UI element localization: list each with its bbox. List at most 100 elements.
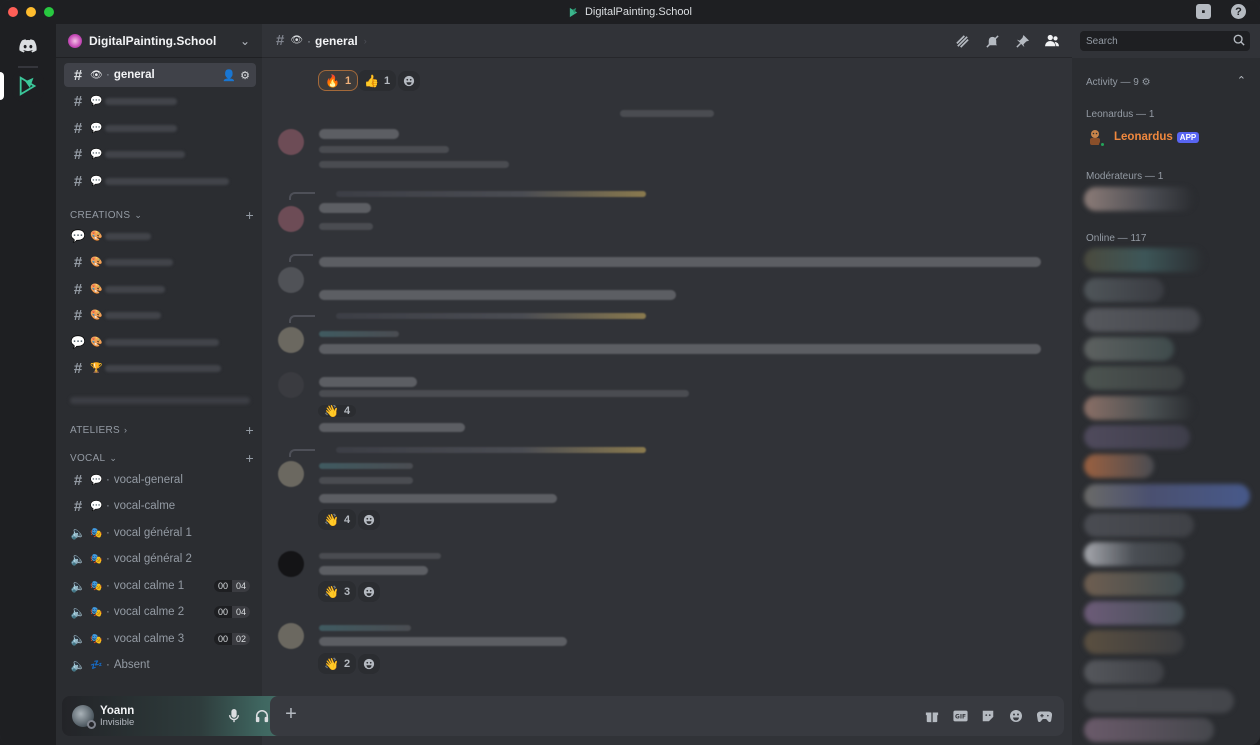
channel-blurred[interactable]: # 🎨 bbox=[64, 277, 256, 301]
server-header[interactable]: DigitalPainting.School ⌄ bbox=[56, 24, 262, 58]
discord-home-icon[interactable] bbox=[12, 30, 44, 62]
gif-icon[interactable]: GIF bbox=[952, 708, 968, 724]
avatar[interactable] bbox=[278, 129, 304, 155]
username-blurred[interactable] bbox=[319, 463, 413, 469]
category-creations[interactable]: CREATIONS ⌄ + bbox=[70, 207, 254, 223]
channel-blurred[interactable]: # 💬 bbox=[64, 89, 256, 113]
member-leonardus[interactable]: Leonardus APP bbox=[1086, 128, 1200, 148]
inbox-icon[interactable]: ▪ bbox=[1196, 4, 1211, 19]
sticker-icon[interactable] bbox=[980, 708, 996, 724]
emoji-icon[interactable] bbox=[1008, 708, 1024, 724]
channel-blurred[interactable]: # 🎨 bbox=[64, 303, 256, 327]
channel-vocal-general[interactable]: # 💬 · vocal-general bbox=[64, 468, 256, 492]
reaction-thumbs-up[interactable]: 👍 1 bbox=[358, 70, 397, 91]
voice-count-current: 00 bbox=[217, 581, 228, 591]
add-reaction-icon[interactable] bbox=[398, 71, 420, 91]
gift-icon[interactable] bbox=[924, 708, 940, 724]
member-blurred[interactable] bbox=[1084, 660, 1164, 684]
member-blurred[interactable] bbox=[1084, 248, 1204, 272]
channel-blurred[interactable]: # 💬 bbox=[64, 116, 256, 140]
member-blurred[interactable] bbox=[1084, 484, 1250, 508]
member-blurred[interactable] bbox=[1084, 366, 1184, 390]
pin-icon[interactable] bbox=[1014, 33, 1030, 49]
voice-channel-vocal-general-1[interactable]: 🔈 🎭 · vocal général 1 bbox=[64, 521, 256, 545]
add-channel-icon[interactable]: + bbox=[246, 450, 254, 466]
member-blurred[interactable] bbox=[1084, 278, 1164, 302]
notifications-muted-icon[interactable] bbox=[984, 33, 1000, 49]
reaction-wave[interactable]: 👋 4 bbox=[318, 405, 357, 417]
avatar[interactable] bbox=[278, 551, 304, 577]
username-blurred[interactable] bbox=[319, 377, 417, 387]
username-blurred[interactable] bbox=[319, 553, 441, 559]
avatar[interactable] bbox=[278, 206, 304, 232]
gear-icon[interactable]: ⚙ bbox=[1142, 77, 1151, 88]
help-icon[interactable]: ? bbox=[1231, 4, 1246, 19]
close-window-button[interactable] bbox=[8, 7, 18, 17]
voice-channel-absent[interactable]: 🔈 💤 · Absent bbox=[64, 653, 256, 677]
avatar[interactable] bbox=[278, 461, 304, 487]
invite-icon[interactable]: 👤 bbox=[222, 69, 236, 82]
gear-icon[interactable]: ⚙ bbox=[240, 69, 250, 82]
voice-channel-vocal-calme-2[interactable]: 🔈 🎭 · vocal calme 2 00 04 bbox=[64, 600, 256, 624]
member-blurred[interactable] bbox=[1084, 425, 1190, 449]
channel-blurred[interactable]: # 🎨 bbox=[64, 250, 256, 274]
reply-preview-blurred[interactable] bbox=[336, 447, 646, 453]
voice-channel-vocal-calme-3[interactable]: 🔈 🎭 · vocal calme 3 00 02 bbox=[64, 627, 256, 651]
search-input[interactable]: Search bbox=[1080, 31, 1250, 51]
forum-channel-blurred[interactable]: 💬 🎨 bbox=[64, 224, 256, 248]
avatar[interactable] bbox=[72, 705, 96, 729]
message-composer[interactable]: + GIF bbox=[270, 696, 1064, 736]
username-blurred[interactable] bbox=[319, 129, 399, 139]
maximize-window-button[interactable] bbox=[44, 7, 54, 17]
add-reaction-icon[interactable] bbox=[358, 510, 380, 530]
add-reaction-icon[interactable] bbox=[358, 582, 380, 602]
member-blurred[interactable] bbox=[1084, 542, 1184, 566]
add-channel-icon[interactable]: + bbox=[246, 422, 254, 438]
member-blurred[interactable] bbox=[1084, 187, 1194, 211]
avatar[interactable] bbox=[278, 372, 304, 398]
reaction-wave[interactable]: 👋 4 bbox=[318, 509, 357, 530]
chevron-up-icon[interactable]: ⌃ bbox=[1237, 74, 1246, 87]
member-blurred[interactable] bbox=[1084, 718, 1214, 742]
channel-blurred[interactable]: # 💬 bbox=[64, 169, 256, 193]
add-reaction-icon[interactable] bbox=[358, 654, 380, 674]
username-blurred[interactable] bbox=[319, 625, 411, 631]
server-icon-digitalpainting[interactable] bbox=[12, 70, 44, 102]
reaction-wave[interactable]: 👋 3 bbox=[318, 581, 357, 602]
voice-channel-vocal-general-2[interactable]: 🔈 🎭 · vocal général 2 bbox=[64, 547, 256, 571]
voice-channel-vocal-calme-1[interactable]: 🔈 🎭 · vocal calme 1 00 04 bbox=[64, 574, 256, 598]
reply-preview-blurred[interactable] bbox=[336, 313, 646, 319]
headphones-icon[interactable] bbox=[254, 708, 270, 724]
reaction-fire[interactable]: 🔥 1 bbox=[318, 70, 359, 91]
member-blurred[interactable] bbox=[1084, 396, 1194, 420]
forum-channel-blurred[interactable]: 💬 🎨 bbox=[64, 330, 256, 354]
avatar[interactable] bbox=[278, 267, 304, 293]
minimize-window-button[interactable] bbox=[26, 7, 36, 17]
microphone-icon[interactable] bbox=[226, 708, 242, 724]
channel-general[interactable]: # 👁 · general 👤 ⚙ bbox=[64, 63, 256, 87]
member-blurred[interactable] bbox=[1084, 689, 1234, 713]
username-blurred[interactable] bbox=[319, 203, 371, 213]
member-blurred[interactable] bbox=[1084, 454, 1154, 478]
add-channel-icon[interactable]: + bbox=[246, 207, 254, 223]
category-ateliers[interactable]: ATELIERS › + bbox=[70, 422, 254, 438]
threads-icon[interactable] bbox=[954, 33, 970, 49]
member-blurred[interactable] bbox=[1084, 572, 1184, 596]
reply-preview-blurred[interactable] bbox=[336, 191, 646, 197]
avatar[interactable] bbox=[278, 327, 304, 353]
add-attachment-icon[interactable]: + bbox=[282, 704, 300, 724]
member-blurred[interactable] bbox=[1084, 308, 1200, 332]
member-blurred[interactable] bbox=[1084, 630, 1184, 654]
member-blurred[interactable] bbox=[1084, 337, 1174, 361]
activities-icon[interactable] bbox=[1036, 708, 1052, 724]
member-blurred[interactable] bbox=[1084, 513, 1194, 537]
category-vocal[interactable]: VOCAL ⌄ + bbox=[70, 450, 254, 466]
avatar[interactable] bbox=[278, 623, 304, 649]
member-list-icon[interactable] bbox=[1044, 33, 1060, 49]
reaction-wave[interactable]: 👋 2 bbox=[318, 653, 357, 674]
channel-blurred[interactable]: # 💬 bbox=[64, 142, 256, 166]
username-blurred[interactable] bbox=[319, 331, 399, 337]
member-blurred[interactable] bbox=[1084, 601, 1184, 625]
channel-blurred[interactable]: # 🏆 bbox=[64, 356, 256, 380]
channel-vocal-calme[interactable]: # 💬 · vocal-calme bbox=[64, 494, 256, 518]
